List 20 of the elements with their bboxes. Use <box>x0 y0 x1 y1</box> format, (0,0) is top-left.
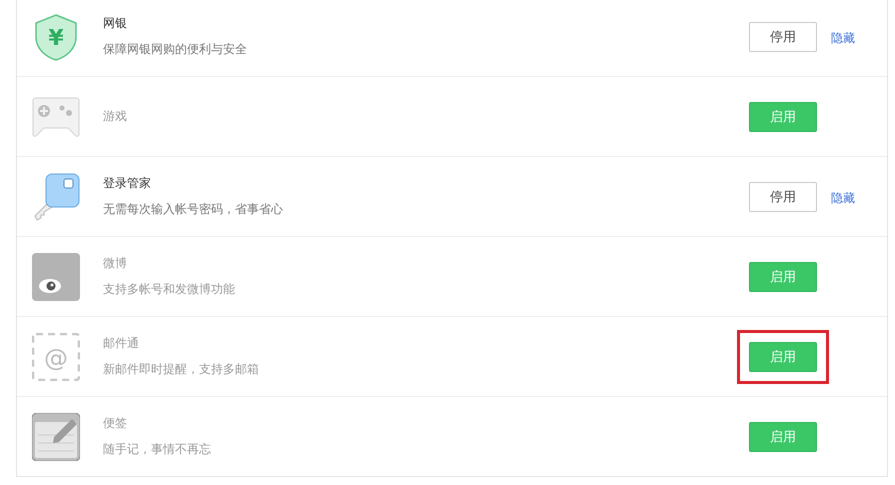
plugin-name: 微博 <box>103 255 128 272</box>
plugin-description: 新邮件即时提醒，支持多邮箱 <box>103 361 260 378</box>
disable-button[interactable]: 停用 <box>749 182 817 212</box>
plugin-description: 保障网银网购的便利与安全 <box>103 41 248 58</box>
plugin-description: 无需每次输入帐号密码，省事省心 <box>103 201 284 218</box>
plugin-name: 网银 <box>103 15 128 32</box>
plugin-name: 登录管家 <box>103 175 152 192</box>
gamepad-icon <box>32 96 80 138</box>
plugin-name: 便签 <box>103 415 128 432</box>
notepad-icon <box>32 412 80 460</box>
plugin-name: 游戏 <box>103 108 128 125</box>
at-sign-icon: @ <box>32 332 80 380</box>
disable-button[interactable]: 停用 <box>749 22 817 52</box>
eye-icon <box>32 252 80 300</box>
plugin-name: 邮件通 <box>103 335 140 352</box>
plugin-description: 支持多帐号和发微博功能 <box>103 281 236 298</box>
hide-link[interactable]: 隐藏 <box>831 30 855 44</box>
key-icon <box>32 172 80 220</box>
hide-link[interactable]: 隐藏 <box>831 190 855 204</box>
plugin-description: 随手记，事情不再忘 <box>103 441 212 458</box>
